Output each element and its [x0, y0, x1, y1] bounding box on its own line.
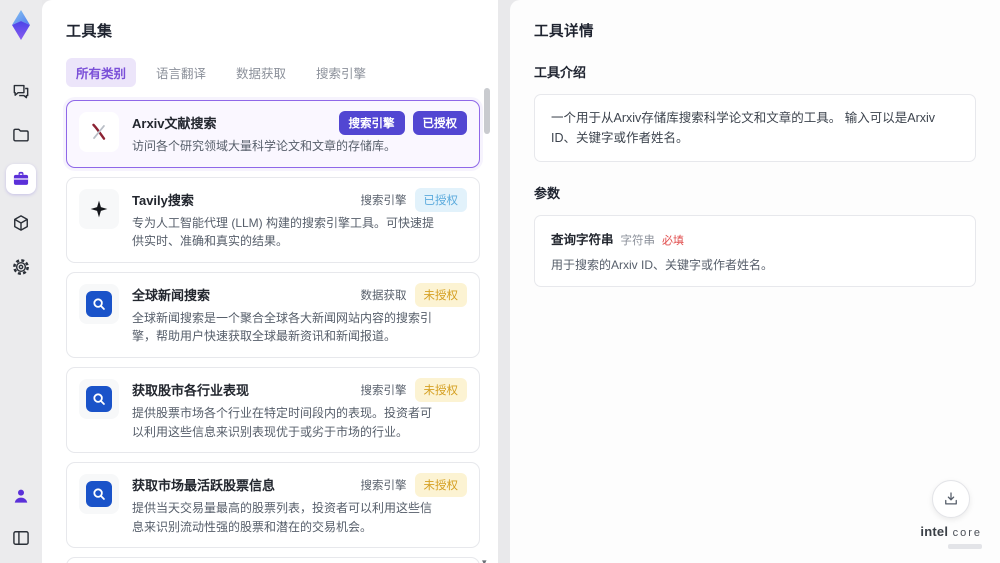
tool-description: 提供股票市场各个行业在特定时间段内的表现。投资者可以利用这些信息来识别表现优于或…	[132, 405, 433, 439]
list-scrollbar[interactable]: ▾	[482, 86, 490, 563]
auth-badge: 未授权	[414, 473, 467, 498]
app-logo-icon[interactable]	[6, 8, 36, 42]
app-window: 工具集 所有类别 语言翻译 数据获取 搜索引擎 Arxiv文献搜索 访问各个研究…	[0, 0, 1000, 563]
page-title: 工具集	[66, 23, 113, 40]
category-tabs: 所有类别 语言翻译 数据获取 搜索引擎	[66, 58, 498, 87]
category-label: 搜索引擎	[360, 384, 407, 397]
user-icon[interactable]	[6, 481, 36, 511]
download-button[interactable]	[932, 480, 971, 518]
tab-data-fetch[interactable]: 数据获取	[226, 58, 296, 87]
toolset-panel: 工具集 所有类别 语言翻译 数据获取 搜索引擎 Arxiv文献搜索 访问各个研究…	[42, 0, 498, 563]
intel-sub-badge	[948, 544, 982, 549]
category-label: 数据获取	[360, 289, 407, 302]
tool-description: 访问各个研究领域大量科学论文和文章的存储库。	[132, 139, 397, 153]
tool-detail-panel: 工具详情 工具介绍 一个用于从Arxiv存储库搜索科学论文和文章的工具。 输入可…	[510, 0, 1000, 563]
tool-card-active-stocks[interactable]: 获取市场最活跃股票信息 提供当天交易量最高的股票列表，投资者可以利用这些信息来识…	[66, 462, 480, 549]
detail-title: 工具详情	[534, 24, 594, 40]
tool-list: Arxiv文献搜索 访问各个研究领域大量科学论文和文章的存储库。 搜索引擎 已授…	[66, 100, 480, 563]
auth-badge: 未授权	[414, 377, 467, 402]
param-name: 查询字符串	[551, 233, 614, 247]
tool-description: 全球新闻搜索是一个聚合全球各大新闻网站内容的搜索引擎，帮助用户快速获取全球最新资…	[132, 310, 433, 344]
auth-badge: 已授权	[414, 187, 467, 212]
tool-description: 提供当天交易量最高的股票列表，投资者可以利用这些信息来识别流动性强的股票和潜在的…	[132, 501, 433, 534]
tool-intro-box: 一个用于从Arxiv存储库搜索科学论文和文章的工具。 输入可以是Arxiv ID…	[534, 94, 976, 162]
param-description: 用于搜索的Arxiv ID、关键字或作者姓名。	[551, 258, 774, 272]
chat-icon[interactable]	[6, 76, 36, 106]
tab-language-translation[interactable]: 语言翻译	[146, 58, 216, 87]
rail-nav	[6, 76, 36, 282]
news-search-icon	[79, 283, 119, 324]
intro-heading: 工具介绍	[534, 65, 587, 80]
category-badge: 搜索引擎	[338, 111, 405, 135]
tool-card-regional-news[interactable]: 万维地区新闻查询 查询具体行政区划内的新闻，快速了解各地新闻动 搜索引擎 未授权	[66, 557, 480, 563]
auth-badge: 未授权	[414, 282, 467, 307]
stock-search-icon	[79, 378, 119, 419]
category-label: 搜索引擎	[360, 480, 407, 493]
core-brand-text: core	[952, 527, 982, 539]
tool-card-tavily[interactable]: Tavily搜索 专为人工智能代理 (LLM) 构建的搜索引擎工具。可快速提供实…	[66, 176, 480, 263]
parameter-box: 查询字符串 字符串 必填 用于搜索的Arxiv ID、关键字或作者姓名。	[534, 215, 976, 287]
params-heading: 参数	[534, 186, 561, 201]
intel-brand-text: intel	[920, 524, 949, 539]
tool-intro-text: 一个用于从Arxiv存储库搜索科学论文和文章的工具。 输入可以是Arxiv ID…	[551, 111, 936, 145]
param-required-flag: 必填	[662, 235, 685, 247]
left-rail	[0, 0, 42, 563]
settings-icon[interactable]	[6, 252, 36, 282]
package-icon[interactable]	[6, 208, 36, 238]
tool-description: 专为人工智能代理 (LLM) 构建的搜索引擎工具。可快速提供实时、准确和真实的结…	[132, 215, 435, 249]
corner-widgets: intel core	[920, 480, 982, 549]
stock-search-icon	[79, 474, 119, 515]
rail-bottom	[6, 481, 36, 553]
scrollbar-down-arrow[interactable]: ▾	[482, 557, 487, 563]
arxiv-logo-icon	[79, 112, 119, 152]
folder-icon[interactable]	[6, 120, 36, 150]
tavily-star-icon	[79, 188, 119, 229]
briefcase-icon[interactable]	[6, 164, 36, 194]
param-type: 字符串	[620, 235, 656, 247]
tab-search-engine[interactable]: 搜索引擎	[306, 58, 376, 87]
tab-all-categories[interactable]: 所有类别	[66, 58, 137, 87]
scrollbar-thumb[interactable]	[484, 88, 490, 134]
intel-core-logo: intel core	[920, 524, 982, 549]
auth-badge: 已授权	[412, 111, 467, 135]
tool-card-arxiv[interactable]: Arxiv文献搜索 访问各个研究领域大量科学论文和文章的存储库。 搜索引擎 已授…	[66, 100, 480, 168]
category-label: 搜索引擎	[360, 194, 407, 207]
tool-card-stock-sectors[interactable]: 获取股市各行业表现 提供股票市场各个行业在特定时间段内的表现。投资者可以利用这些…	[66, 366, 480, 454]
tool-card-global-news[interactable]: 全球新闻搜索 全球新闻搜索是一个聚合全球各大新闻网站内容的搜索引擎，帮助用户快速…	[66, 271, 480, 358]
sidebar-toggle-icon[interactable]	[6, 523, 36, 553]
